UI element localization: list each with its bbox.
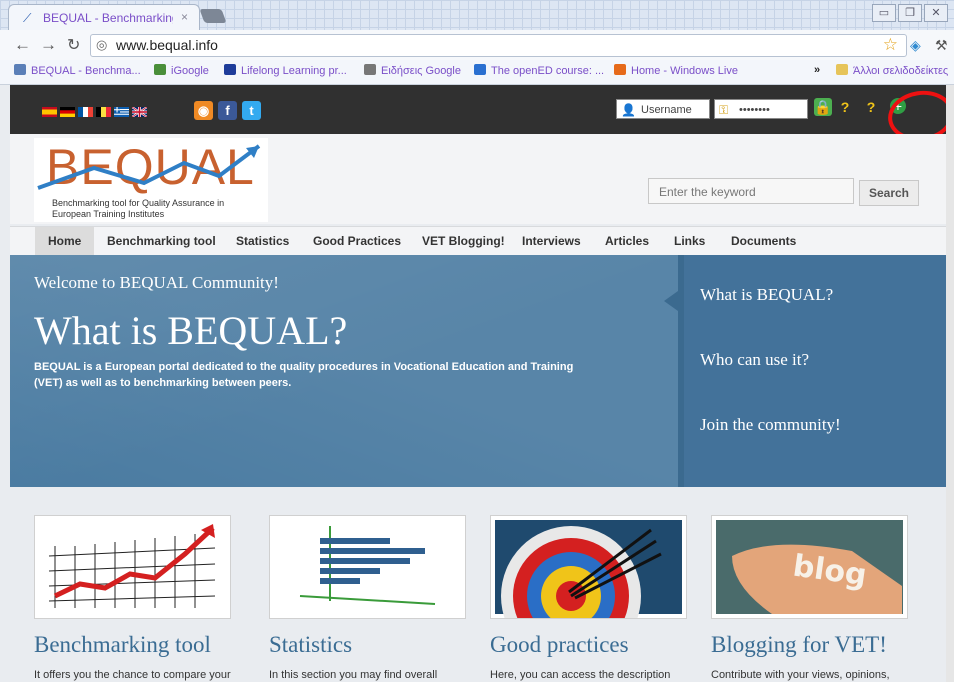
twitter-icon[interactable]: t — [242, 101, 261, 120]
vertical-scrollbar[interactable] — [946, 85, 954, 682]
login-lock-icon[interactable]: 🔒 — [814, 98, 832, 116]
menu-documents[interactable]: Documents — [731, 227, 796, 256]
card-text-good-practices: Here, you can access the description — [490, 669, 671, 681]
card-image-good-practices[interactable] — [490, 515, 687, 666]
bookmarks-bar: BEQUAL - Benchma... iGoogle Lifelong Lea… — [0, 60, 954, 85]
menu-home[interactable]: Home — [35, 227, 95, 256]
new-tab-button[interactable] — [199, 9, 227, 23]
statistics-chart-icon — [299, 526, 436, 605]
rss-icon[interactable]: ◉ — [194, 101, 213, 120]
bookmark-favicon-icon — [474, 64, 486, 75]
menu-links[interactable]: Links — [674, 227, 705, 256]
folder-icon — [836, 64, 848, 75]
side-link-who-can-use-it[interactable]: Who can use it? — [700, 350, 809, 370]
page-info-icon: ◎ — [96, 37, 108, 52]
bookmark-item[interactable]: BEQUAL - Benchma... — [14, 64, 141, 77]
browser-tab-strip: ⟋ BEQUAL - Benchmarking t... × ▭ ❐ ✕ — [0, 0, 954, 31]
flag-uk-icon[interactable] — [132, 107, 147, 117]
extension-icon[interactable]: ◈ — [910, 37, 921, 54]
bookmark-item[interactable]: iGoogle — [154, 64, 209, 77]
restore-icon[interactable]: ❐ — [898, 4, 922, 22]
flag-fr-icon[interactable] — [78, 107, 93, 117]
card-text-benchmarking: It offers you the chance to compare your — [34, 669, 231, 681]
card-title-good-practices[interactable]: Good practices — [490, 632, 629, 658]
web-page: ◉ f t 👤 Username ⚿ •••••••• 🔒 ? ? + BEQU… — [0, 85, 954, 682]
site-header: BEQUAL Benchmarking tool for Quality Ass… — [10, 134, 946, 224]
other-bookmarks-folder[interactable]: Άλλοι σελιδοδείκτες — [836, 64, 948, 77]
help-icon[interactable]: ? — [862, 98, 880, 116]
main-menu: Home Benchmarking tool Statistics Good P… — [10, 226, 946, 256]
hero-description: BEQUAL is a European portal dedicated to… — [34, 361, 574, 389]
wrench-icon[interactable]: ⚒ — [935, 37, 948, 54]
tab-title: BEQUAL - Benchmarking t... — [43, 11, 173, 25]
bookmark-item[interactable]: Home - Windows Live — [614, 64, 738, 77]
browser-toolbar: ← → ↻ ◎ www.bequal.info ☆ ◈ ⚒ — [0, 30, 954, 60]
menu-good-practices[interactable]: Good Practices — [313, 227, 401, 256]
flag-gr-icon[interactable] — [114, 107, 129, 117]
search-button[interactable]: Search — [859, 180, 919, 206]
minimize-icon[interactable]: ▭ — [872, 4, 896, 22]
menu-interviews[interactable]: Interviews — [522, 227, 581, 256]
blog-hand-icon: blog — [716, 520, 903, 614]
bequal-logo[interactable]: BEQUAL Benchmarking tool for Quality Ass… — [34, 138, 268, 222]
search-input[interactable]: Enter the keyword — [648, 178, 854, 204]
forgot-password-icon[interactable]: ? — [836, 98, 854, 116]
hero-pointer — [664, 291, 678, 311]
bookmark-item[interactable]: Lifelong Learning pr... — [224, 64, 347, 77]
user-icon: 👤 — [621, 103, 636, 117]
close-window-icon[interactable]: ✕ — [924, 4, 948, 22]
hero-banner: Welcome to BEQUAL Community! What is BEQ… — [10, 255, 952, 487]
menu-articles[interactable]: Articles — [605, 227, 649, 256]
url-text: www.bequal.info — [116, 37, 218, 53]
menu-vet-blogging[interactable]: VET Blogging! — [422, 227, 505, 256]
more-bookmarks-chevron[interactable]: » — [814, 64, 820, 76]
key-icon: ⚿ — [719, 103, 729, 117]
target-icon — [495, 520, 682, 666]
side-link-what-is-bequal[interactable]: What is BEQUAL? — [700, 285, 833, 305]
flag-de-icon[interactable] — [60, 107, 75, 117]
card-title-statistics[interactable]: Statistics — [269, 632, 352, 658]
logo-arrow-icon — [37, 144, 261, 190]
bookmark-favicon-icon — [224, 64, 236, 75]
card-text-blogging: Contribute with your views, opinions, — [711, 669, 890, 681]
side-link-join-community[interactable]: Join the community! — [700, 415, 841, 435]
benchmarking-chart-icon — [48, 524, 216, 608]
card-image-benchmarking[interactable] — [34, 515, 231, 619]
card-title-blogging[interactable]: Blogging for VET! — [711, 632, 887, 658]
hero-title: What is BEQUAL? — [34, 308, 348, 353]
facebook-icon[interactable]: f — [218, 101, 237, 120]
bookmark-star-icon[interactable]: ☆ — [883, 35, 898, 55]
back-icon[interactable]: ← — [14, 35, 31, 55]
bookmark-favicon-icon — [614, 64, 626, 75]
address-bar[interactable]: ◎ www.bequal.info ☆ — [90, 34, 907, 57]
bookmark-favicon-icon — [364, 64, 376, 75]
card-image-blogging[interactable]: blog — [711, 515, 908, 619]
menu-statistics[interactable]: Statistics — [236, 227, 289, 256]
site-top-bar: ◉ f t 👤 Username ⚿ •••••••• 🔒 ? ? + — [10, 85, 954, 146]
hero-welcome: Welcome to BEQUAL Community! — [34, 273, 279, 292]
site-favicon-icon: ⟋ — [23, 11, 32, 25]
bookmark-favicon-icon — [154, 64, 166, 75]
forward-icon[interactable]: → — [40, 35, 57, 55]
flag-be-icon[interactable] — [96, 107, 111, 117]
card-image-statistics[interactable] — [269, 515, 466, 619]
tab-close-icon[interactable]: × — [181, 10, 188, 24]
username-field[interactable]: 👤 Username — [616, 99, 710, 119]
reload-icon[interactable]: ↻ — [67, 35, 80, 55]
password-field[interactable]: ⚿ •••••••• — [714, 99, 808, 119]
bookmark-favicon-icon — [14, 64, 26, 75]
browser-tab[interactable]: ⟋ BEQUAL - Benchmarking t... × — [8, 4, 200, 31]
menu-benchmarking-tool[interactable]: Benchmarking tool — [107, 227, 216, 256]
bookmark-item[interactable]: The openED course: ... — [474, 64, 604, 77]
flag-es-icon[interactable] — [42, 107, 57, 117]
bookmark-item[interactable]: Ειδήσεις Google — [364, 64, 461, 77]
card-text-statistics: In this section you may find overall — [269, 669, 438, 681]
card-title-benchmarking[interactable]: Benchmarking tool — [34, 632, 211, 658]
